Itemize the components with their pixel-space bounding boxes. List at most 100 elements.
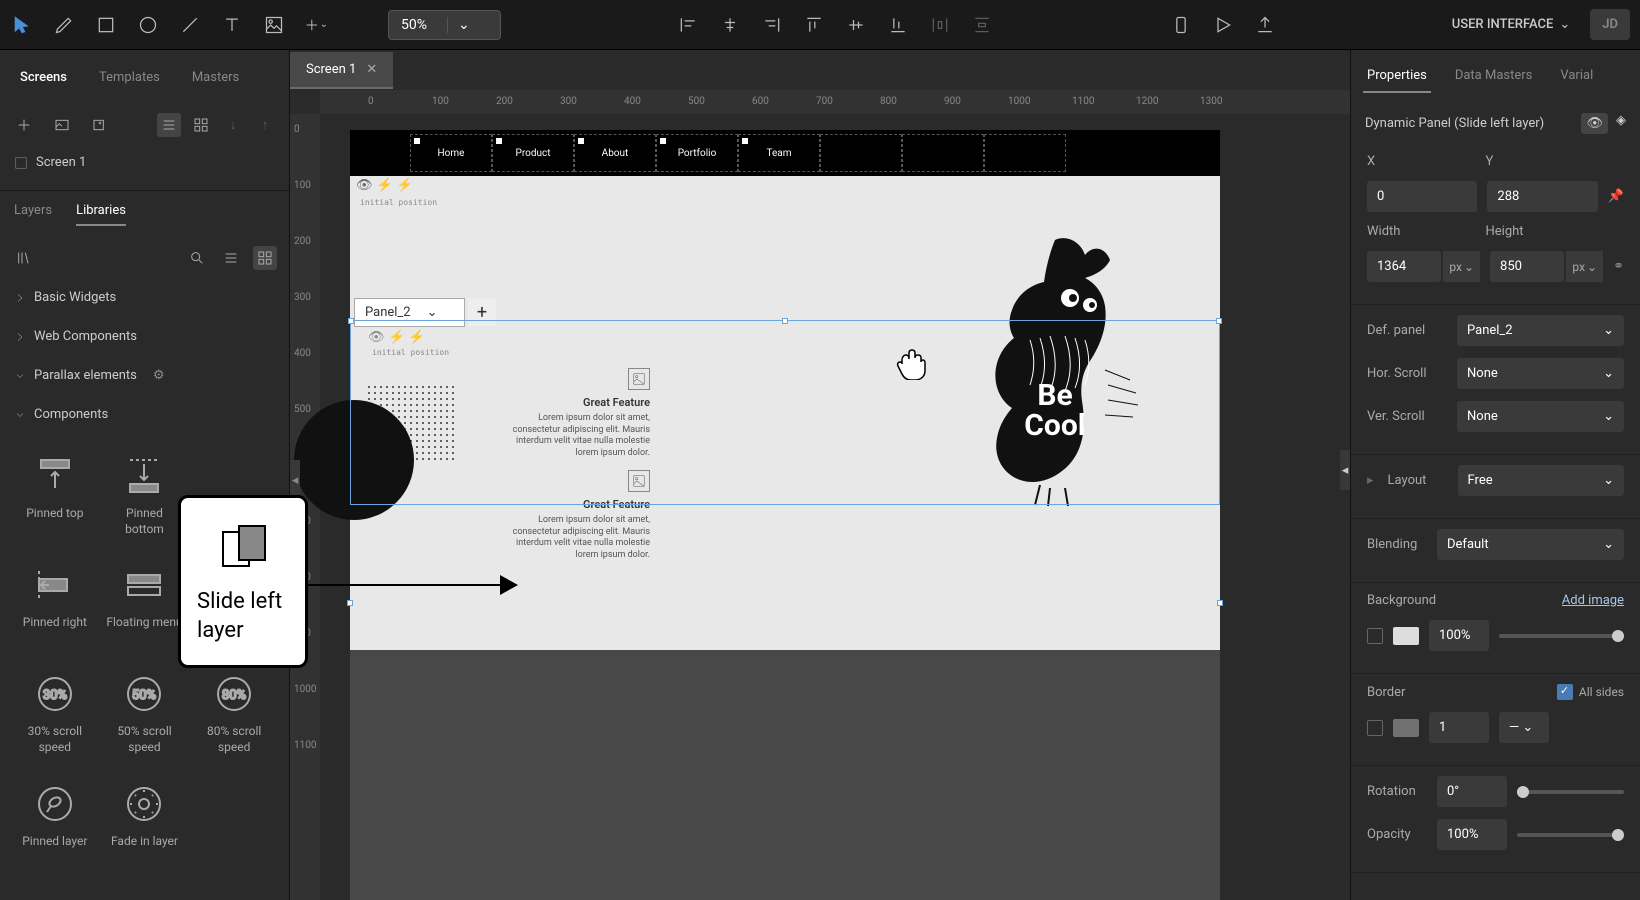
tab-properties[interactable]: Properties bbox=[1363, 60, 1431, 93]
hor-scroll-select[interactable]: None⌄ bbox=[1457, 358, 1624, 389]
align-center-h-icon[interactable] bbox=[718, 13, 742, 37]
category-web-components[interactable]: Web Components bbox=[0, 317, 289, 356]
library-icon[interactable] bbox=[12, 246, 36, 270]
visibility-icon[interactable]: 👁 bbox=[368, 330, 385, 345]
x-input[interactable] bbox=[1367, 181, 1477, 212]
project-dropdown[interactable]: USER INTERFACE ⌄ bbox=[1452, 17, 1571, 32]
user-avatar[interactable]: JD bbox=[1590, 9, 1630, 40]
nav-about[interactable]: About bbox=[574, 134, 656, 172]
category-components[interactable]: Components bbox=[0, 395, 289, 434]
border-style-select[interactable]: — ⌄ bbox=[1499, 712, 1549, 743]
nav-empty-3[interactable] bbox=[984, 134, 1066, 172]
text-tool[interactable] bbox=[220, 13, 244, 37]
distribute-v-icon[interactable] bbox=[970, 13, 994, 37]
grid-view-icon[interactable] bbox=[189, 113, 213, 137]
align-middle-icon[interactable] bbox=[844, 13, 868, 37]
panel-collapse-handle[interactable]: ◂ bbox=[1340, 450, 1350, 490]
comp-pinned-top[interactable]: Pinned top bbox=[12, 442, 98, 547]
screen-list-item[interactable]: Screen 1 bbox=[0, 145, 289, 180]
pointer-tool[interactable] bbox=[10, 13, 34, 37]
zoom-select[interactable]: 50% ⌄ bbox=[388, 10, 501, 40]
align-top-icon[interactable] bbox=[802, 13, 826, 37]
border-width-input[interactable] bbox=[1429, 712, 1489, 743]
width-input[interactable] bbox=[1367, 251, 1441, 282]
expand-icon[interactable]: ▸ bbox=[1367, 473, 1374, 488]
def-panel-select[interactable]: Panel_2⌄ bbox=[1457, 315, 1624, 346]
search-icon[interactable] bbox=[185, 246, 209, 270]
comp-fade-in[interactable]: Fade in layer bbox=[102, 770, 188, 860]
nav-home[interactable]: Home bbox=[410, 134, 492, 172]
width-unit[interactable]: px ⌄ bbox=[1443, 251, 1480, 282]
blending-select[interactable]: Default⌄ bbox=[1437, 529, 1624, 560]
bg-opacity-input[interactable] bbox=[1429, 620, 1489, 651]
visibility-icon[interactable]: 👁 bbox=[356, 178, 373, 193]
opacity-slider[interactable] bbox=[1517, 833, 1624, 837]
panel-selector[interactable]: Panel_2 ⌄ bbox=[354, 298, 465, 327]
nav-empty-1[interactable] bbox=[820, 134, 902, 172]
ellipse-tool[interactable] bbox=[136, 13, 160, 37]
visibility-toggle-icon[interactable]: 👁 bbox=[1581, 113, 1608, 134]
category-parallax[interactable]: Parallax elements ⚙ bbox=[0, 356, 289, 395]
upload-icon[interactable] bbox=[1253, 13, 1277, 37]
add-screen-icon[interactable] bbox=[12, 113, 36, 137]
border-color-swatch[interactable] bbox=[1393, 719, 1419, 737]
nav-empty-2[interactable] bbox=[902, 134, 984, 172]
nav-product[interactable]: Product bbox=[492, 134, 574, 172]
layout-select[interactable]: Free⌄ bbox=[1458, 465, 1624, 496]
distribute-h-icon[interactable] bbox=[928, 13, 952, 37]
category-basic-widgets[interactable]: Basic Widgets bbox=[0, 278, 289, 317]
pin-icon[interactable]: 📌 bbox=[1608, 189, 1624, 204]
border-enable-checkbox[interactable] bbox=[1367, 720, 1383, 736]
add-image-link[interactable]: Add image bbox=[1562, 593, 1624, 608]
bg-color-swatch[interactable] bbox=[1393, 627, 1419, 645]
device-preview-icon[interactable] bbox=[1169, 13, 1193, 37]
nav-portfolio[interactable]: Portfolio bbox=[656, 134, 738, 172]
align-left-icon[interactable] bbox=[676, 13, 700, 37]
image-tool[interactable] bbox=[262, 13, 286, 37]
pen-tool[interactable] bbox=[52, 13, 76, 37]
canvas-tab[interactable]: Screen 1 ✕ bbox=[290, 52, 393, 89]
align-right-icon[interactable] bbox=[760, 13, 784, 37]
add-panel-button[interactable]: + bbox=[468, 298, 496, 326]
comp-pinned-bottom[interactable]: Pinned bottom bbox=[102, 442, 188, 547]
tab-masters[interactable]: Masters bbox=[186, 62, 245, 93]
tab-data-masters[interactable]: Data Masters bbox=[1451, 60, 1537, 93]
play-icon[interactable] bbox=[1211, 13, 1235, 37]
height-unit[interactable]: px ⌄ bbox=[1566, 251, 1603, 282]
height-input[interactable] bbox=[1490, 251, 1564, 282]
gear-icon[interactable]: ⚙ bbox=[153, 368, 165, 383]
ver-scroll-select[interactable]: None⌄ bbox=[1457, 401, 1624, 432]
all-sides-checkbox[interactable] bbox=[1557, 684, 1573, 700]
align-bottom-icon[interactable] bbox=[886, 13, 910, 37]
bg-opacity-slider[interactable] bbox=[1499, 634, 1624, 638]
comp-scroll-50[interactable]: 50% 50% scroll speed bbox=[102, 660, 188, 765]
comp-slide-left-callout[interactable]: Slide left layer bbox=[178, 495, 308, 668]
add-image-screen-icon[interactable] bbox=[50, 113, 74, 137]
rectangle-tool[interactable] bbox=[94, 13, 118, 37]
bg-enable-checkbox[interactable] bbox=[1367, 628, 1383, 644]
close-icon[interactable]: ✕ bbox=[366, 62, 377, 77]
lib-grid-icon[interactable] bbox=[253, 246, 277, 270]
layers-icon[interactable]: ◈ bbox=[1616, 113, 1626, 134]
y-input[interactable] bbox=[1487, 181, 1597, 212]
comp-scroll-30[interactable]: 30% 30% scroll speed bbox=[12, 660, 98, 765]
rotation-input[interactable] bbox=[1437, 776, 1507, 807]
comp-floating-menu[interactable]: Floating menu bbox=[102, 551, 188, 656]
lib-list-icon[interactable] bbox=[219, 246, 243, 270]
add-tool[interactable]: ⌄ bbox=[304, 13, 328, 37]
sort-down-icon[interactable]: ↓ bbox=[221, 113, 245, 137]
comp-scroll-80[interactable]: 80% 80% scroll speed bbox=[191, 660, 277, 765]
tab-layers[interactable]: Layers bbox=[14, 203, 52, 226]
tab-variables[interactable]: Varial bbox=[1556, 60, 1597, 93]
nav-team[interactable]: Team bbox=[738, 134, 820, 172]
link-dimensions-icon[interactable]: ⚭ bbox=[1613, 259, 1624, 274]
left-panel-collapse[interactable]: ◂ bbox=[290, 460, 300, 500]
comp-pinned-right[interactable]: Pinned right bbox=[12, 551, 98, 656]
comp-pinned-layer[interactable]: Pinned layer bbox=[12, 770, 98, 860]
line-tool[interactable] bbox=[178, 13, 202, 37]
opacity-input[interactable] bbox=[1437, 819, 1507, 850]
tab-screens[interactable]: Screens bbox=[14, 62, 73, 93]
sort-up-icon[interactable]: ↑ bbox=[253, 113, 277, 137]
artboard[interactable]: Home Product About Portfolio Team 👁 ⚡ ⚡ bbox=[350, 130, 1220, 650]
tab-templates[interactable]: Templates bbox=[93, 62, 166, 93]
